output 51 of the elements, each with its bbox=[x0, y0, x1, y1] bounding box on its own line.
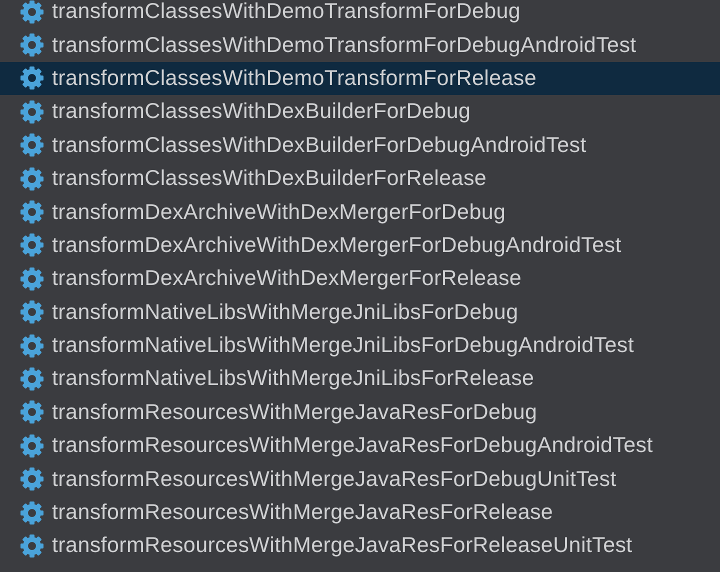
task-row[interactable]: transformDexArchiveWithDexMergerForDebug bbox=[0, 195, 720, 229]
gear-icon bbox=[20, 334, 44, 358]
gear-icon bbox=[20, 400, 44, 424]
task-label: transformNativeLibsWithMergeJniLibsForDebug bbox=[52, 300, 518, 325]
gear-icon bbox=[20, 100, 44, 124]
task-row[interactable]: transformResourcesWithMergeJavaResForRelease bbox=[0, 496, 720, 530]
task-row[interactable]: transformDexArchiveWithDexMergerForRelease bbox=[0, 262, 720, 296]
gear-icon bbox=[20, 233, 44, 258]
task-row[interactable]: transformResourcesWithMergeJavaResForDebug bbox=[0, 396, 720, 430]
task-label: transformClassesWithDemoTransformForRelease bbox=[52, 66, 537, 91]
gear-icon bbox=[20, 366, 44, 391]
task-label: transformResourcesWithMergeJavaResForDebug bbox=[52, 400, 538, 425]
task-row[interactable]: transformNativeLibsWithMergeJniLibsForDebug bbox=[0, 296, 720, 329]
gear-icon bbox=[20, 133, 44, 158]
task-row[interactable]: transformClassesWithDexBuilderForRelease bbox=[0, 162, 720, 196]
task-row[interactable]: transformResourcesWithMergeJavaResForDebugAndroidTest bbox=[0, 429, 720, 462]
task-label: transformResourcesWithMergeJavaResForDebugUnitTest bbox=[52, 466, 616, 492]
task-row[interactable]: transformClassesWithDexBuilderForDebug bbox=[0, 95, 720, 129]
task-label: transformClassesWithDexBuilderForDebugAndroidTest bbox=[52, 132, 586, 158]
task-label: transformClassesWithDexBuilderForDebug bbox=[52, 99, 471, 124]
task-label: transformClassesWithDexBuilderForRelease bbox=[52, 166, 487, 192]
gear-icon bbox=[20, 200, 44, 224]
task-label: transformDexArchiveWithDexMergerForDebugAndroidTest bbox=[52, 232, 622, 258]
task-row[interactable]: transformClassesWithDemoTransformForDebugAndroidTest bbox=[0, 28, 720, 62]
task-label: transformClassesWithDemoTransformForDebug bbox=[52, 0, 521, 24]
gear-icon bbox=[20, 0, 44, 24]
gear-icon bbox=[20, 66, 44, 90]
task-label: transformResourcesWithMergeJavaResForRelease bbox=[52, 500, 554, 526]
gear-icon bbox=[20, 467, 44, 492]
task-row[interactable]: transformNativeLibsWithMergeJniLibsForRelease bbox=[0, 362, 720, 396]
task-label: transformResourcesWithMergeJavaResForReleaseUnitTest bbox=[52, 533, 632, 558]
gear-icon bbox=[20, 33, 44, 58]
task-row[interactable]: transformResourcesWithMergeJavaResForReleaseUnitTest bbox=[0, 529, 720, 563]
task-row[interactable]: transformResourcesWithMergeJavaResForDebugUnitTest bbox=[0, 462, 720, 496]
task-row[interactable]: transformClassesWithDexBuilderForDebugAndroidTest bbox=[0, 128, 720, 162]
gear-icon bbox=[20, 266, 44, 291]
task-label: transformDexArchiveWithDexMergerForRelease bbox=[52, 266, 522, 292]
task-row[interactable]: transformNativeLibsWithMergeJniLibsForDebugAndroidTest bbox=[0, 328, 720, 362]
task-label: transformDexArchiveWithDexMergerForDebug bbox=[52, 200, 506, 225]
gear-icon bbox=[20, 166, 44, 191]
task-label: transformNativeLibsWithMergeJniLibsForDebugAndroidTest bbox=[52, 333, 634, 358]
gear-icon bbox=[20, 500, 44, 525]
task-label: transformResourcesWithMergeJavaResForDebugAndroidTest bbox=[52, 433, 653, 458]
gear-icon bbox=[20, 434, 44, 458]
task-row[interactable]: transformClassesWithDemoTransformForRelease bbox=[0, 62, 720, 96]
task-label: transformNativeLibsWithMergeJniLibsForRelease bbox=[52, 366, 534, 392]
gear-icon bbox=[20, 534, 44, 558]
task-row[interactable]: transformClassesWithDemoTransformForDebug bbox=[0, 0, 720, 28]
task-label: transformClassesWithDemoTransformForDebugAndroidTest bbox=[52, 32, 636, 58]
gear-icon bbox=[20, 300, 44, 324]
task-row[interactable]: transformDexArchiveWithDexMergerForDebugAndroidTest bbox=[0, 228, 720, 262]
